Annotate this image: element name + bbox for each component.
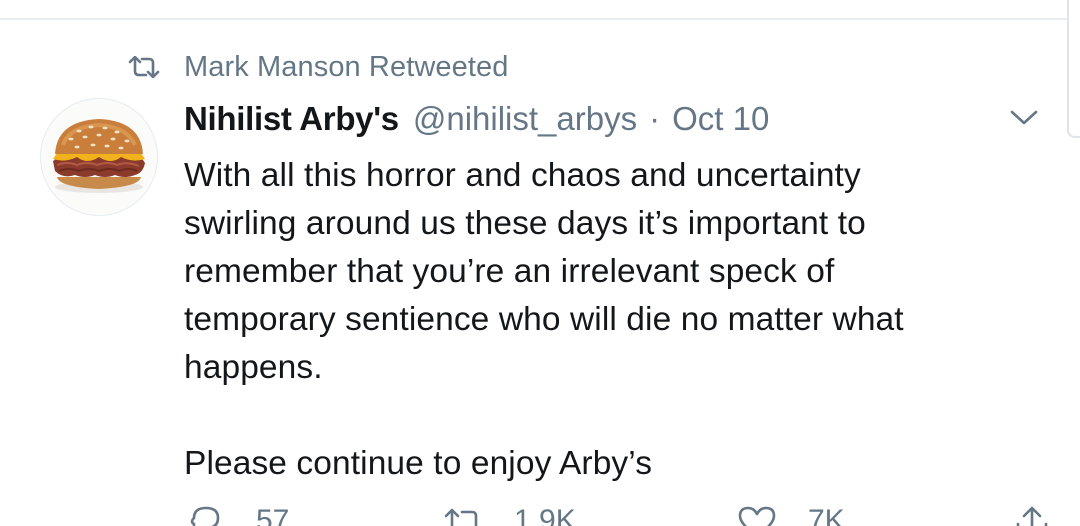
tweet-text-closing: Please continue to enjoy Arby’s [184,445,653,482]
share-icon [1016,506,1048,526]
like-count: 7K [808,504,845,526]
share-button[interactable] [1012,504,1052,526]
heart-icon [738,506,776,526]
author-display-name[interactable]: Nihilist Arby's [184,100,399,138]
like-button[interactable]: 7K [736,504,845,526]
tweet-actions: 57 1.9K 7K [0,504,1080,526]
tweet-text-line: temporary sentience who will die no matt… [184,301,904,338]
tweet-text-line: happens. [184,349,323,386]
tweet-text: With all this horror and chaos and uncer… [184,152,1004,488]
retweet-button[interactable]: 1.9K [444,504,576,526]
retweeted-by-label[interactable]: Mark Manson Retweeted [184,51,508,84]
tweet-options-button[interactable] [1008,106,1040,128]
reply-count: 57 [256,504,290,526]
retweet-icon [444,508,478,526]
retweet-icon [128,55,160,79]
reply-icon [190,506,220,526]
card-edge-divider [1067,0,1080,138]
top-divider [0,18,1068,20]
tweet-screen: Mark Manson Retweeted Nihilist Arby's @n… [0,0,1080,526]
tweet-text-line: swirling around us these days it’s impor… [184,205,866,242]
tweet-text-line: With all this horror and chaos and uncer… [184,157,861,194]
tweet-timestamp[interactable]: Oct 10 [672,100,769,138]
avatar[interactable] [40,98,158,216]
chevron-down-icon [1010,110,1038,125]
roast-beef-sandwich-avatar-icon [53,119,145,193]
tweet-header: Nihilist Arby's @nihilist_arbys · Oct 10 [184,100,769,140]
author-handle[interactable]: @nihilist_arbys [413,100,637,138]
reply-button[interactable]: 57 [186,504,289,526]
header-separator: · [649,100,661,137]
retweet-context[interactable]: Mark Manson Retweeted [128,50,508,84]
retweet-count: 1.9K [514,504,576,526]
tweet-text-line: remember that you’re an irrelevant speck… [184,253,835,290]
